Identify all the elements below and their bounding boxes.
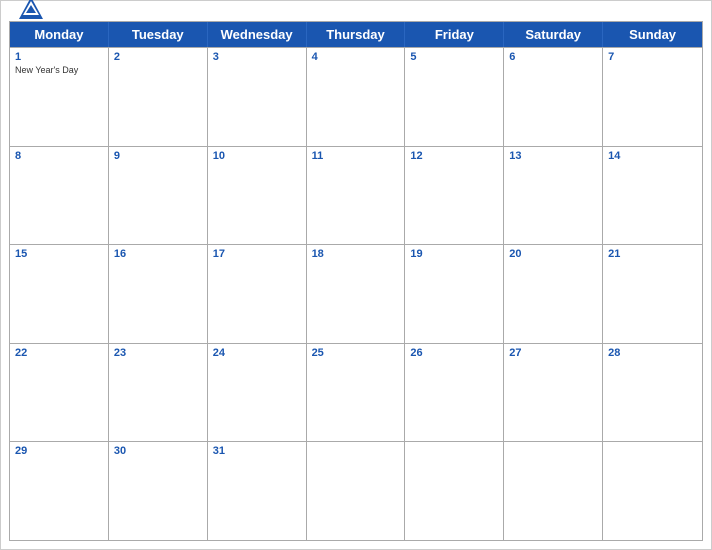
day-number: 26 [410, 347, 498, 360]
day-cell: 14 [603, 147, 702, 245]
day-number: 13 [509, 150, 597, 163]
calendar-body: 1New Year's Day2345678910111213141516171… [10, 47, 702, 540]
day-number: 22 [15, 347, 103, 360]
day-number: 17 [213, 248, 301, 261]
day-number: 11 [312, 150, 400, 163]
day-number: 29 [15, 445, 103, 458]
header-thursday: Thursday [307, 22, 406, 47]
day-number: 24 [213, 347, 301, 360]
day-number: 25 [312, 347, 400, 360]
day-number: 16 [114, 248, 202, 261]
header-tuesday: Tuesday [109, 22, 208, 47]
day-cell: 15 [10, 245, 109, 343]
day-number: 9 [114, 150, 202, 163]
day-cell: 21 [603, 245, 702, 343]
day-cell: 19 [405, 245, 504, 343]
day-number: 30 [114, 445, 202, 458]
day-number: 14 [608, 150, 697, 163]
day-cell: 17 [208, 245, 307, 343]
day-cell: 26 [405, 344, 504, 442]
day-cell: 24 [208, 344, 307, 442]
day-number: 31 [213, 445, 301, 458]
calendar-header [1, 1, 711, 17]
day-cell: 9 [109, 147, 208, 245]
header-monday: Monday [10, 22, 109, 47]
day-number: 4 [312, 51, 400, 64]
day-number: 5 [410, 51, 498, 64]
day-event: New Year's Day [15, 65, 103, 76]
day-number: 6 [509, 51, 597, 64]
day-number: 20 [509, 248, 597, 261]
day-cell: 29 [10, 442, 109, 540]
day-number: 1 [15, 51, 103, 64]
day-cell: 10 [208, 147, 307, 245]
day-cell: 8 [10, 147, 109, 245]
day-cell: 12 [405, 147, 504, 245]
day-cell: 30 [109, 442, 208, 540]
day-number: 7 [608, 51, 697, 64]
day-cell: 16 [109, 245, 208, 343]
day-cell: 13 [504, 147, 603, 245]
day-cell [603, 442, 702, 540]
day-number: 28 [608, 347, 697, 360]
day-cell: 18 [307, 245, 406, 343]
day-cell: 31 [208, 442, 307, 540]
day-number: 3 [213, 51, 301, 64]
header-friday: Friday [405, 22, 504, 47]
day-number: 21 [608, 248, 697, 261]
day-number: 15 [15, 248, 103, 261]
day-number: 27 [509, 347, 597, 360]
day-number: 2 [114, 51, 202, 64]
header-sunday: Sunday [603, 22, 702, 47]
calendar: Monday Tuesday Wednesday Thursday Friday… [9, 21, 703, 541]
day-cell: 23 [109, 344, 208, 442]
day-cell: 1New Year's Day [10, 48, 109, 146]
week-row-5: 29 30 31 [10, 441, 702, 540]
day-cell: 6 [504, 48, 603, 146]
header-saturday: Saturday [504, 22, 603, 47]
day-cell: 20 [504, 245, 603, 343]
day-number: 19 [410, 248, 498, 261]
day-number: 10 [213, 150, 301, 163]
day-headers: Monday Tuesday Wednesday Thursday Friday… [10, 22, 702, 47]
day-cell: 2 [109, 48, 208, 146]
week-row-1: 1New Year's Day 234567 [10, 47, 702, 146]
day-cell: 3 [208, 48, 307, 146]
header-wednesday: Wednesday [208, 22, 307, 47]
day-cell: 5 [405, 48, 504, 146]
day-cell: 4 [307, 48, 406, 146]
day-number: 23 [114, 347, 202, 360]
day-cell [307, 442, 406, 540]
day-cell: 27 [504, 344, 603, 442]
week-row-2: 89 10 11 12 13 14 [10, 146, 702, 245]
day-number: 8 [15, 150, 103, 163]
day-number: 18 [312, 248, 400, 261]
day-cell: 7 [603, 48, 702, 146]
day-cell: 28 [603, 344, 702, 442]
day-cell: 22 [10, 344, 109, 442]
day-cell [405, 442, 504, 540]
day-number: 12 [410, 150, 498, 163]
logo [17, 0, 49, 23]
day-cell [504, 442, 603, 540]
week-row-4: 22 23 24 25 26 27 28 [10, 343, 702, 442]
week-row-3: 15 16 17 18 19 20 21 [10, 244, 702, 343]
day-cell: 11 [307, 147, 406, 245]
logo-icon [17, 0, 45, 23]
day-cell: 25 [307, 344, 406, 442]
